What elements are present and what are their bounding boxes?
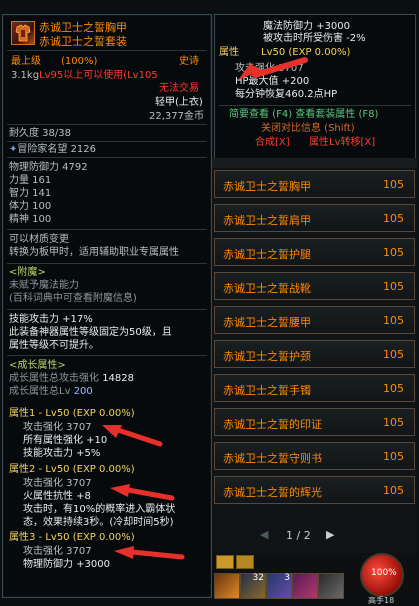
transform-note: 可以材质变更: [9, 234, 69, 245]
chest-icon[interactable]: [236, 555, 254, 569]
divider: [7, 355, 207, 356]
armor-type: 轻甲(上衣): [155, 97, 203, 108]
phys-def: 物理防御力 4792: [9, 162, 88, 173]
set-item-row[interactable]: 赤诚卫士之誓护颈 105: [214, 340, 415, 368]
transform-detail: 转换为板甲时，适用辅助职业专属属性: [9, 247, 179, 258]
hp-orb: 100%: [360, 553, 404, 597]
divider: [219, 105, 411, 106]
compare-toggle-hint[interactable]: 关闭对比信息 (Shift): [261, 123, 355, 135]
attr1-skill: 技能攻击力 +5%: [23, 448, 101, 459]
level-requirement: Lv95以上可以使用(Lv105: [39, 70, 158, 81]
skill-slot[interactable]: [318, 573, 344, 599]
attr-transfer-link[interactable]: 属性Lv转移[X]: [309, 137, 375, 149]
attr-heading: 属性 Lv50 (EXP 0.00%): [219, 47, 351, 58]
item-title: 赤诚卫士之誓胸甲: [39, 21, 127, 34]
compare-tooltip: 魔法防御力 +3000 被攻击时所受伤害 -2% 属性 Lv50 (EXP 0.0…: [214, 14, 416, 159]
item-weight: 3.1kg: [11, 70, 40, 81]
item-tooltip: 赤诚卫士之誓胸甲 赤诚卫士之誓套装 最上级 (100%) 史诗 3.1kg Lv…: [2, 14, 212, 598]
damage-reduction: 被攻击时所受伤害 -2%: [263, 33, 366, 44]
attr3-def: 物理防御力 +3000: [23, 559, 111, 570]
set-item-row[interactable]: 赤诚卫士之誓腰甲 105: [214, 306, 415, 334]
set-item-row[interactable]: 赤诚卫士之誓守则书 105: [214, 442, 415, 470]
set-item-row[interactable]: 赤诚卫士之誓肩甲 105: [214, 204, 415, 232]
trade-restriction: 无法交易: [159, 83, 199, 94]
attr3-heading: 属性3 - Lv50 (EXP 0.00%): [9, 532, 135, 543]
attr2-heading: 属性2 - Lv50 (EXP 0.00%): [9, 464, 135, 475]
prev-page-icon[interactable]: ◀: [260, 528, 268, 541]
enchant-status: 未赋予魔法能力: [9, 280, 79, 291]
attr1-heading: 属性1 - Lv50 (EXP 0.00%): [9, 408, 135, 419]
skill-slot[interactable]: 32: [240, 573, 266, 599]
divider: [7, 50, 207, 51]
skill-slot[interactable]: [214, 573, 240, 599]
set-item-row[interactable]: 赤诚卫士之誓的辉光 105: [214, 476, 415, 504]
stat-int: 智力 141: [9, 188, 52, 199]
hotbar: 32 3 100% 高手18: [212, 553, 419, 605]
enchant-heading: <附魔>: [9, 267, 46, 278]
set-item-row[interactable]: 赤诚卫士之誓的印证 105: [214, 408, 415, 436]
set-item-row[interactable]: 赤诚卫士之誓胸甲 105: [214, 170, 415, 198]
divider: [7, 229, 207, 230]
item-grade: 最上级: [11, 56, 41, 67]
artifact-note-2: 属性等级不可提升。: [9, 340, 99, 351]
stat-vit: 体力 100: [9, 201, 52, 212]
set-item-row[interactable]: 赤诚卫士之誓手镯 105: [214, 374, 415, 402]
divider: [7, 124, 207, 125]
attr2-proc-1: 攻击时，有10%的概率进入霸体状: [23, 504, 176, 515]
attr2-atk: 攻击强化 3707: [23, 478, 92, 489]
artifact-note-1: 此装备神器属性等级固定为50级，且: [9, 327, 172, 338]
item-set-name: 赤诚卫士之誓套装: [39, 35, 127, 48]
item-rarity: 史诗: [179, 56, 199, 67]
attr-hp-regen: 每分钟恢复460.2点HP: [235, 89, 338, 100]
set-item-list: 赤诚卫士之誓胸甲 105 赤诚卫士之誓肩甲 105 赤诚卫士之誓护腿 105 赤诚卫士…: [212, 158, 417, 553]
enchant-hint: (百科词典中可查看附魔信息): [9, 293, 137, 304]
attr-hp: HP最大值 +200: [235, 76, 310, 87]
set-item-row[interactable]: 赤诚卫士之誓战靴 105: [214, 272, 415, 300]
chest-icon[interactable]: [216, 555, 234, 569]
synthesize-link[interactable]: 合成[X]: [255, 137, 290, 149]
skill-slot[interactable]: [292, 573, 318, 599]
skill-slot[interactable]: 3: [266, 573, 292, 599]
stat-spi: 精神 100: [9, 214, 52, 225]
sell-price: 22,377金币: [149, 111, 204, 122]
view-set-hint[interactable]: 简要查看 (F4) 查看套装属性 (F8): [229, 109, 378, 121]
stat-str: 力量 161: [9, 175, 52, 186]
divider: [7, 141, 207, 142]
durability: 耐久度 38/38: [9, 128, 71, 139]
growth-total-atk: 成长属性总攻击强化 14828: [9, 373, 134, 384]
panel-header: [212, 158, 417, 168]
attr3-atk: 攻击强化 3707: [23, 546, 92, 557]
skill-attack: 技能攻击力 +17%: [9, 314, 93, 325]
divider: [7, 263, 207, 264]
set-item-row[interactable]: 赤诚卫士之誓护腿 105: [214, 238, 415, 266]
next-page-icon[interactable]: ▶: [326, 528, 334, 541]
attr2-fire-res: 火属性抗性 +8: [23, 491, 91, 502]
chest-armor-icon: [11, 21, 35, 45]
player-name: 高手18: [368, 596, 395, 605]
growth-total-lv: 成长属性总Lv 200: [9, 386, 93, 397]
divider: [7, 309, 207, 310]
attr2-proc-2: 态，效果持续3秒。(冷却时间5秒): [23, 517, 174, 528]
page-indicator: 1 / 2: [286, 529, 311, 542]
divider: [7, 157, 207, 158]
growth-heading: <成长属性>: [9, 360, 66, 371]
reputation: ✦冒险家名望 2126: [9, 144, 97, 155]
attr1-elem: 所有属性强化 +10: [23, 435, 108, 446]
attr-atk: 攻击强化 3707: [235, 63, 304, 74]
magic-def: 魔法防御力 +3000: [263, 21, 351, 32]
attr1-atk: 攻击强化 3707: [23, 422, 92, 433]
item-grade-pct: (100%): [61, 56, 98, 67]
